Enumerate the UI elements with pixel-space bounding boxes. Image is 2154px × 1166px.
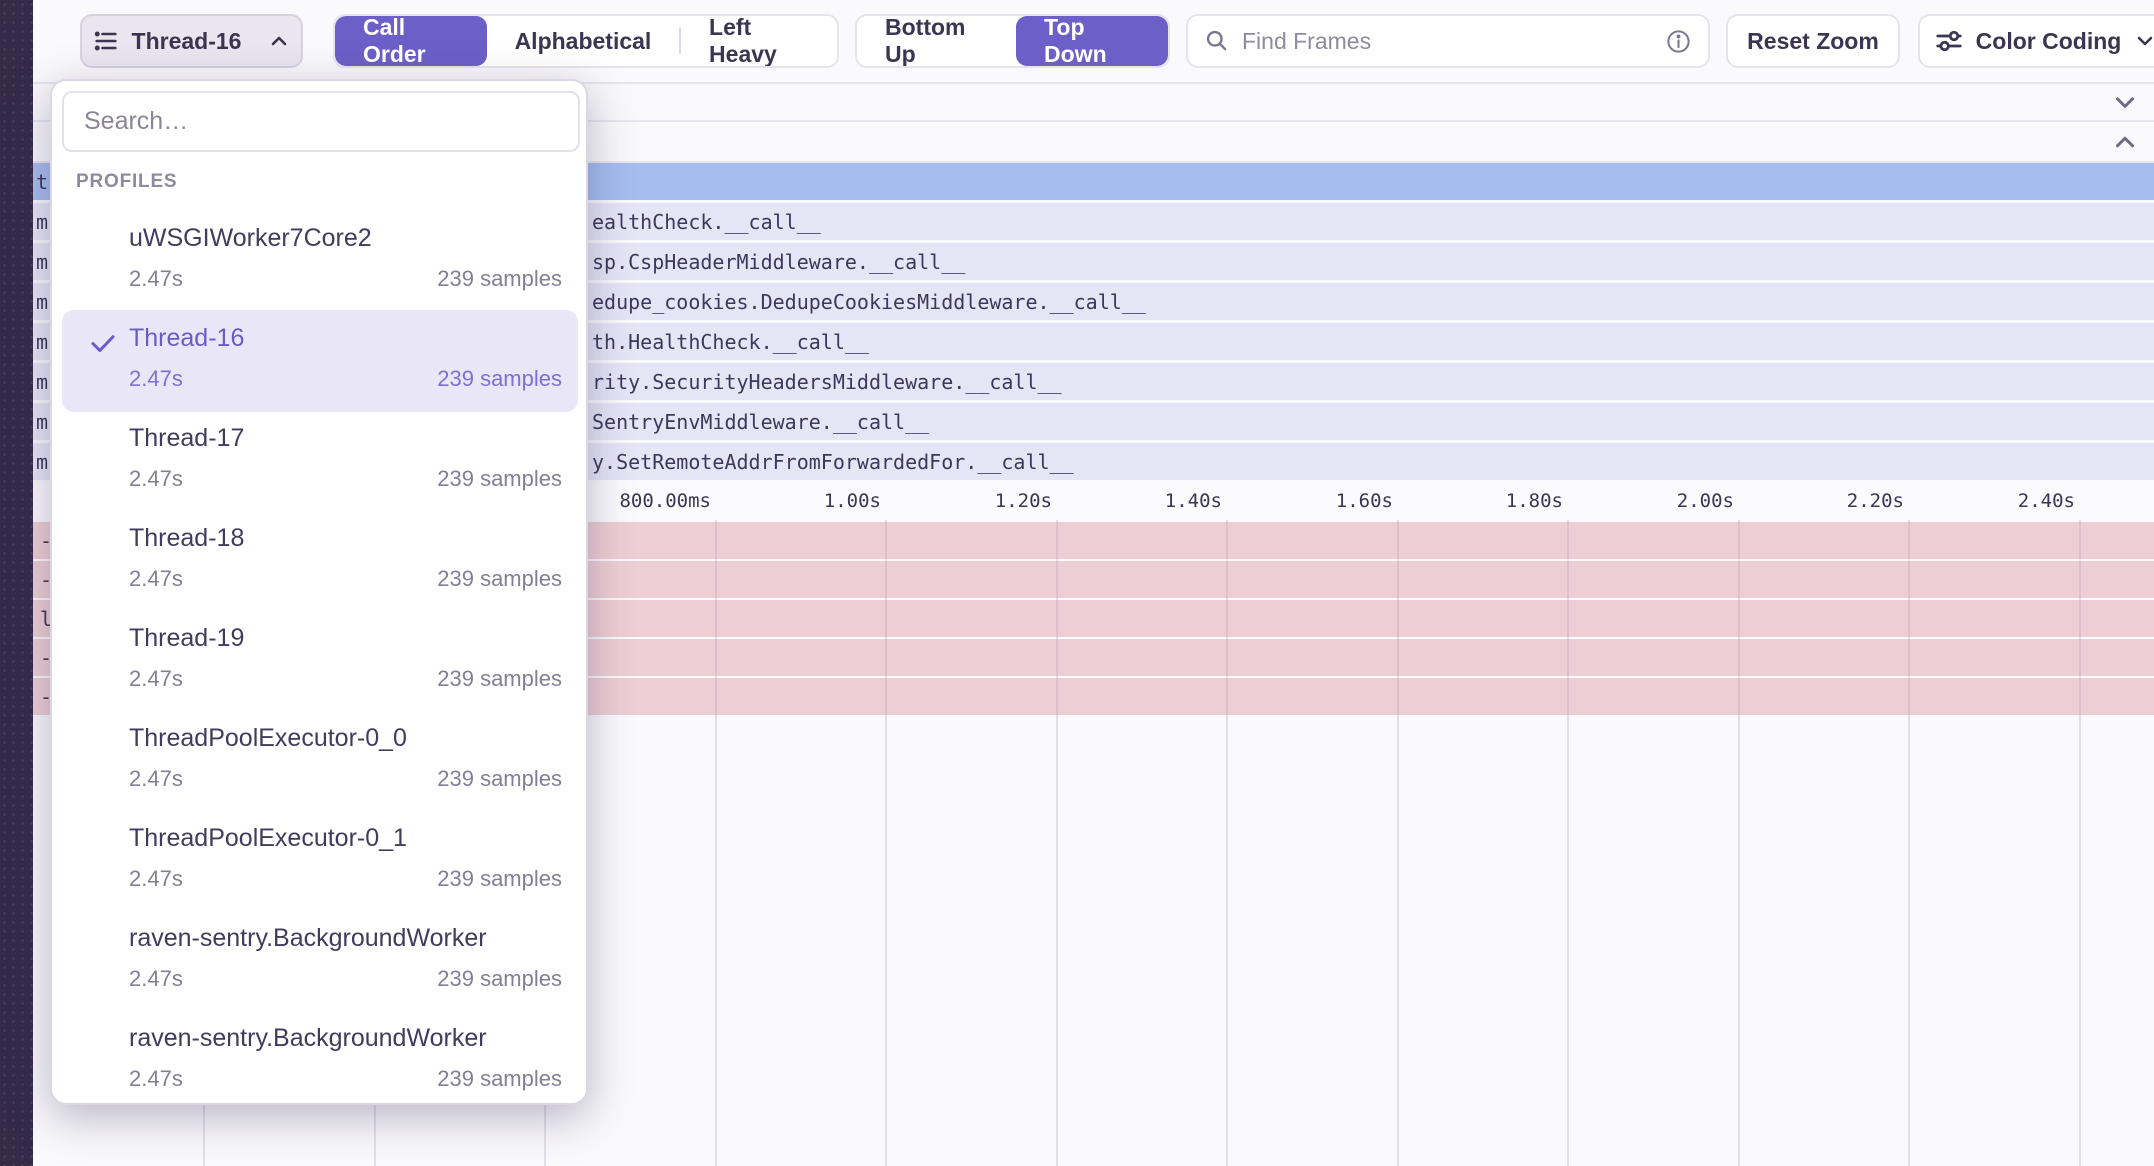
profile-samples: 239 samples xyxy=(437,566,562,592)
find-frames-input[interactable] xyxy=(1242,28,1653,55)
sort-segmented-control: Call Order Alphabetical Left Heavy xyxy=(333,14,839,68)
profile-duration: 2.47s xyxy=(129,1066,183,1092)
frame-left-char: m xyxy=(36,410,48,434)
profile-duration: 2.47s xyxy=(129,566,183,592)
profile-item-thread-17[interactable]: Thread-17 2.47s 239 samples xyxy=(52,412,590,512)
profiles-search-input[interactable] xyxy=(62,91,580,152)
profile-item-raven-sentry-backgroundworker-2[interactable]: raven-sentry.BackgroundWorker 2.47s 239 … xyxy=(52,1012,590,1112)
thread-selector-button[interactable]: Thread-16 xyxy=(80,14,303,68)
gridline xyxy=(1908,520,1910,1166)
profile-samples: 239 samples xyxy=(437,966,562,992)
profile-samples: 239 samples xyxy=(437,766,562,792)
profile-name: Thread-19 xyxy=(129,624,244,653)
profiles-list: uWSGIWorker7Core2 2.47s 239 samples Thre… xyxy=(52,212,590,1112)
direction-segmented-control: Bottom Up Top Down xyxy=(855,14,1170,68)
frame-left-char: t xyxy=(36,170,48,194)
profile-samples: 239 samples xyxy=(437,1066,562,1092)
gridline xyxy=(1738,520,1740,1166)
chevron-up-icon xyxy=(267,29,291,53)
frame-left-char: m xyxy=(36,250,48,274)
profiles-dropdown-panel: PROFILES uWSGIWorker7Core2 2.47s 239 sam… xyxy=(50,79,588,1105)
profile-name: Thread-17 xyxy=(129,424,244,453)
profile-item-threadpoolexecutor-0-0[interactable]: ThreadPoolExecutor-0_0 2.47s 239 samples xyxy=(52,712,590,812)
axis-tick: 1.20s xyxy=(892,490,1052,512)
tab-bottom-up[interactable]: Bottom Up xyxy=(857,16,1016,66)
frame-label: SentryEnvMiddleware.__call__ xyxy=(592,410,929,434)
search-icon xyxy=(1204,28,1230,54)
profile-name: ThreadPoolExecutor-0_0 xyxy=(129,724,407,753)
profile-duration: 2.47s xyxy=(129,266,183,292)
axis-tick: 2.00s xyxy=(1574,490,1734,512)
info-icon[interactable] xyxy=(1665,28,1692,55)
profile-samples: 239 samples xyxy=(437,366,562,392)
profile-name: raven-sentry.BackgroundWorker xyxy=(129,1024,487,1053)
gridline xyxy=(885,520,887,1166)
tab-call-order[interactable]: Call Order xyxy=(335,16,487,66)
frame-left-char: m xyxy=(36,210,48,234)
profile-item-thread-19[interactable]: Thread-19 2.47s 239 samples xyxy=(52,612,590,712)
frame-label: y.SetRemoteAddrFromForwardedFor.__call__ xyxy=(592,450,1074,474)
color-coding-button[interactable]: Color Coding xyxy=(1918,14,2154,68)
profile-item-uwsgiworker7core2[interactable]: uWSGIWorker7Core2 2.47s 239 samples xyxy=(52,212,590,312)
chevron-down-icon[interactable] xyxy=(2110,87,2140,117)
tab-alphabetical[interactable]: Alphabetical xyxy=(487,16,680,66)
axis-tick: 1.00s xyxy=(721,490,881,512)
toolbar: Thread-16 Call Order Alphabetical Left H… xyxy=(33,0,2154,82)
profile-duration: 2.47s xyxy=(129,466,183,492)
profile-duration: 2.47s xyxy=(129,366,183,392)
profile-duration: 2.47s xyxy=(129,966,183,992)
gridline xyxy=(1567,520,1569,1166)
profile-item-raven-sentry-backgroundworker-1[interactable]: raven-sentry.BackgroundWorker 2.47s 239 … xyxy=(52,912,590,1012)
frame-left-char: m xyxy=(36,290,48,314)
color-coding-label: Color Coding xyxy=(1976,28,2122,55)
axis-tick: 2.20s xyxy=(1744,490,1904,512)
frame-left-char: m xyxy=(36,330,48,354)
gridline xyxy=(1056,520,1058,1166)
frame-left-char: m xyxy=(36,450,48,474)
app-sidebar-strip xyxy=(0,0,33,1166)
frame-label: ealthCheck.__call__ xyxy=(592,210,821,234)
profile-duration: 2.47s xyxy=(129,666,183,692)
profile-name: Thread-16 xyxy=(129,324,244,353)
flamegraph-app: Thread-16 Call Order Alphabetical Left H… xyxy=(0,0,2154,1166)
profile-samples: 239 samples xyxy=(437,866,562,892)
sliders-icon xyxy=(1934,26,1964,56)
axis-tick: 2.40s xyxy=(1915,490,2075,512)
profile-item-threadpoolexecutor-0-1[interactable]: ThreadPoolExecutor-0_1 2.47s 239 samples xyxy=(52,812,590,912)
chevron-up-icon[interactable] xyxy=(2110,127,2140,157)
gridline xyxy=(2079,520,2081,1166)
frame-label: th.HealthCheck.__call__ xyxy=(592,330,869,354)
profile-name: raven-sentry.BackgroundWorker xyxy=(129,924,487,953)
profile-samples: 239 samples xyxy=(437,466,562,492)
profile-name: uWSGIWorker7Core2 xyxy=(129,224,372,253)
profile-samples: 239 samples xyxy=(437,266,562,292)
frame-left-char: m xyxy=(36,370,48,394)
gridline xyxy=(715,520,717,1166)
frame-label: rity.SecurityHeadersMiddleware.__call__ xyxy=(592,370,1062,394)
profile-duration: 2.47s xyxy=(129,866,183,892)
profile-item-thread-18[interactable]: Thread-18 2.47s 239 samples xyxy=(52,512,590,612)
frame-label: sp.CspHeaderMiddleware.__call__ xyxy=(592,250,965,274)
axis-tick: 1.80s xyxy=(1403,490,1563,512)
chevron-down-icon xyxy=(2133,29,2154,53)
profile-item-thread-16[interactable]: Thread-16 2.47s 239 samples xyxy=(52,312,590,412)
gridline xyxy=(1226,520,1228,1166)
profile-name: Thread-18 xyxy=(129,524,244,553)
reset-zoom-label: Reset Zoom xyxy=(1747,28,1879,55)
tab-left-heavy[interactable]: Left Heavy xyxy=(681,16,837,66)
gridline xyxy=(1397,520,1399,1166)
reset-zoom-button[interactable]: Reset Zoom xyxy=(1726,14,1900,68)
thread-selector-label: Thread-16 xyxy=(132,28,242,55)
list-icon xyxy=(92,27,120,55)
frame-label: edupe_cookies.DedupeCookiesMiddleware.__… xyxy=(592,290,1146,314)
profile-samples: 239 samples xyxy=(437,666,562,692)
axis-tick: 1.40s xyxy=(1062,490,1222,512)
axis-tick: 1.60s xyxy=(1233,490,1393,512)
profile-duration: 2.47s xyxy=(129,766,183,792)
tab-top-down[interactable]: Top Down xyxy=(1016,16,1168,66)
profiles-section-label: PROFILES xyxy=(76,171,177,193)
profile-name: ThreadPoolExecutor-0_1 xyxy=(129,824,407,853)
check-icon xyxy=(88,328,118,358)
find-frames-search[interactable] xyxy=(1186,14,1710,68)
